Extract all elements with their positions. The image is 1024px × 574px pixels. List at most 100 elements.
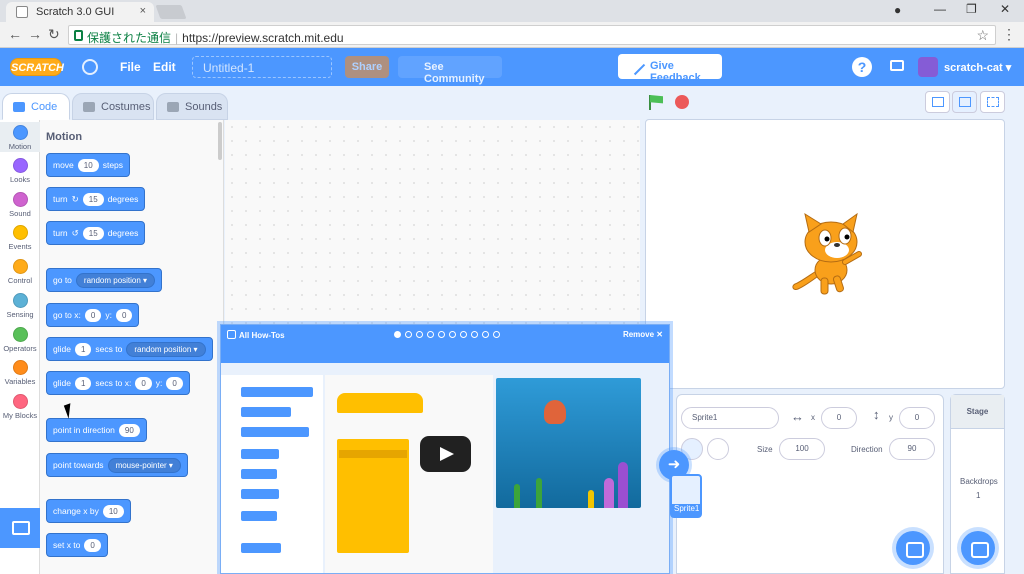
block-input[interactable]: 1 [74,376,92,390]
choose-backdrop-button[interactable] [961,531,995,565]
block-input[interactable]: 0 [84,308,102,322]
step-dot[interactable] [460,331,467,338]
block-glide[interactable]: glide 1 secs to random position ▾ [46,337,213,361]
block-go-to[interactable]: go to random position ▾ [46,268,163,292]
project-title-input[interactable]: Untitled-1 [192,56,332,78]
new-tab-button[interactable] [155,5,187,19]
remove-button[interactable]: Remove ✕ [623,330,663,339]
variables-dot-icon [12,360,28,375]
stage-canvas[interactable] [645,119,1005,389]
share-button[interactable]: Share [345,56,389,78]
block-input[interactable]: 10 [102,504,124,518]
give-feedback-button[interactable]: Give Feedback [618,54,722,84]
block-go-to-xy[interactable]: go to x: 0 y: 0 [46,303,140,327]
y-input[interactable]: 0 [899,407,935,429]
see-community-button[interactable]: See Community [398,56,502,85]
category-sensing[interactable]: Sensing [0,293,40,319]
add-extension-button[interactable] [0,508,40,548]
category-variables[interactable]: Variables [0,360,40,386]
help-icon[interactable]: ? [852,57,872,77]
back-button[interactable]: ← [8,26,22,42]
how-to-library-card: All How-Tos Remove ✕ [220,324,670,574]
scratch-cat-sprite[interactable] [791,212,871,298]
block-input[interactable]: 1 [74,342,92,356]
size-input[interactable]: 100 [779,438,825,460]
block-turn-left[interactable]: turn ↺ 15 degrees [46,221,146,245]
step-dot[interactable] [482,331,489,338]
category-control[interactable]: Control [0,259,40,285]
block-input[interactable]: 10 [77,158,99,172]
step-dot[interactable] [493,331,500,338]
green-flag-icon[interactable] [650,95,663,104]
reload-button[interactable]: ↻ [48,26,60,43]
step-dot[interactable] [427,331,434,338]
scratch-logo[interactable]: SCRATCH [10,58,64,76]
forward-button[interactable]: → [28,26,42,42]
block-dropdown[interactable]: random position ▾ [126,341,206,357]
step-dot[interactable] [438,331,445,338]
choose-sprite-button[interactable] [896,531,930,565]
block-change-x[interactable]: change x by 10 [46,499,131,523]
block-input[interactable]: 0 [135,376,152,390]
sprite-thumbnail[interactable]: Sprite1 [670,474,702,518]
tab-close-button[interactable]: × [140,5,146,17]
block-text: steps [102,160,124,170]
edit-menu[interactable]: Edit [153,60,176,74]
block-point-towards[interactable]: point towards mouse-pointer ▾ [46,453,188,477]
block-text: degrees [107,194,139,204]
block-input[interactable]: 0 [166,376,183,390]
category-looks[interactable]: Looks [0,158,40,184]
block-dropdown[interactable]: random position ▾ [75,272,156,288]
category-events[interactable]: Events [0,225,40,251]
user-avatar[interactable] [918,57,938,77]
browser-tab-bar: Scratch 3.0 GUI × ● — ❐ ✕ [0,0,1024,22]
large-stage-button[interactable] [952,91,977,113]
fullscreen-button[interactable] [980,91,1005,113]
my-stuff-folder-icon[interactable] [890,60,904,71]
bookmark-star-icon[interactable]: ☆ [976,27,989,44]
tab-costumes[interactable]: Costumes [72,93,154,120]
block-dropdown[interactable]: mouse-pointer ▾ [107,457,181,473]
file-menu[interactable]: File [120,60,141,74]
language-globe-icon[interactable] [82,59,98,75]
x-input[interactable]: 0 [821,407,857,429]
block-text: go to x: [53,310,81,320]
category-sound[interactable]: Sound [0,192,40,218]
step-dot[interactable] [471,331,478,338]
block-input[interactable]: 0 [115,308,133,322]
browser-tab[interactable]: Scratch 3.0 GUI × [6,2,154,22]
show-hidden-eye-icon[interactable] [707,438,729,460]
small-stage-button[interactable] [925,91,950,113]
tab-code[interactable]: Code [2,93,70,120]
direction-input[interactable]: 90 [889,438,935,460]
block-input[interactable]: 15 [82,192,104,206]
block-input[interactable]: 90 [118,423,140,437]
username-menu[interactable]: scratch-cat ▾ [944,61,1011,74]
profile-icon[interactable]: ● [894,3,901,17]
minimize-button[interactable]: — [934,2,946,16]
stop-sign-icon[interactable] [675,95,689,109]
palette-scrollbar[interactable] [218,122,222,160]
video-play-button[interactable] [420,436,471,472]
step-dot[interactable] [405,331,412,338]
browser-menu-icon[interactable]: ⋮ [1002,26,1016,43]
step-dot[interactable] [416,331,423,338]
omnibox[interactable]: 保護された通信 | https://preview.scratch.mit.edu … [68,25,996,45]
block-move[interactable]: move 10 steps [46,153,131,177]
block-turn-right[interactable]: turn ↻ 15 degrees [46,187,146,211]
block-set-x[interactable]: set x to 0 [46,533,108,557]
sprite-name-input[interactable]: Sprite1 [681,407,779,429]
category-motion[interactable]: Motion [0,122,40,152]
tab-sounds[interactable]: Sounds [156,93,228,120]
category-my-blocks[interactable]: My Blocks [0,394,40,420]
category-operators[interactable]: Operators [0,327,40,353]
block-point-in-direction[interactable]: point in direction 90 [46,418,147,442]
close-window-button[interactable]: ✕ [1000,2,1010,16]
block-glide-xy[interactable]: glide 1 secs to x: 0 y: 0 [46,371,190,395]
block-text: turn [53,228,68,238]
block-input[interactable]: 0 [84,538,101,552]
block-input[interactable]: 15 [82,226,104,240]
restore-button[interactable]: ❐ [966,2,977,16]
step-dot[interactable] [394,331,401,338]
step-dot[interactable] [449,331,456,338]
